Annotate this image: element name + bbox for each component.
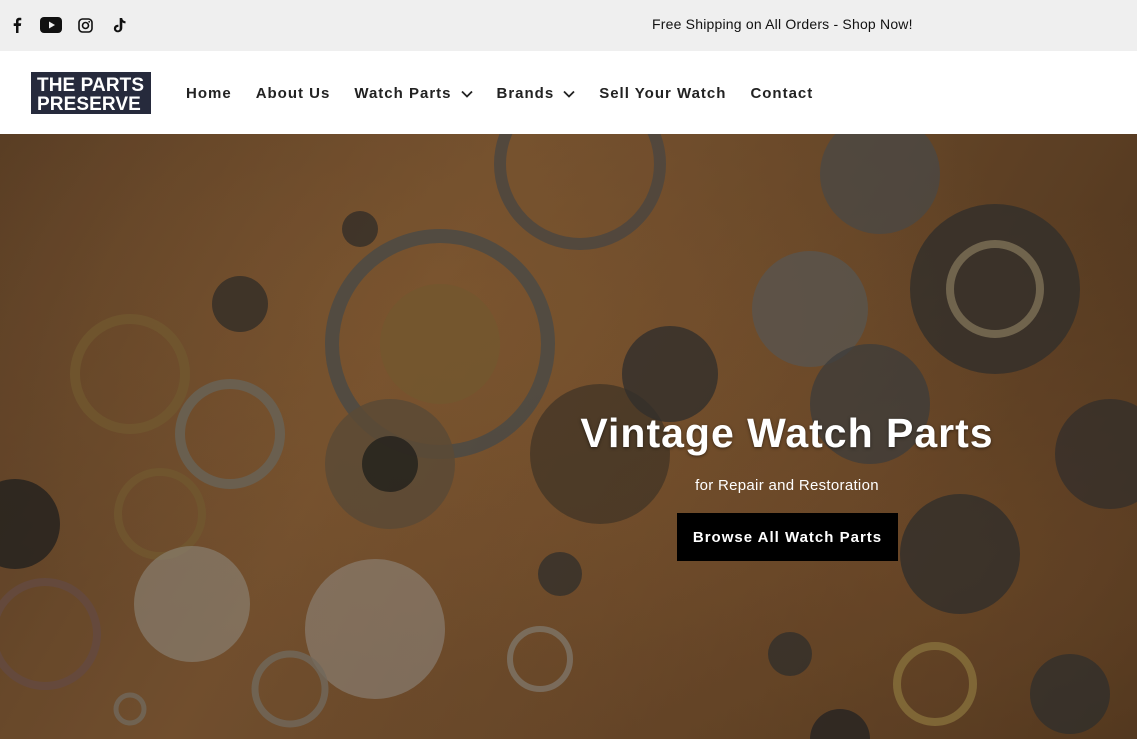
youtube-icon[interactable] xyxy=(40,14,62,36)
site-header: THE PARTS PRESERVE Home About Us Watch P… xyxy=(0,51,1137,134)
browse-all-watch-parts-button[interactable]: Browse All Watch Parts xyxy=(677,513,898,561)
announcement-text[interactable]: Free Shipping on All Orders - Shop Now! xyxy=(652,16,913,32)
nav-contact[interactable]: Contact xyxy=(750,85,813,102)
announcement-bar: Free Shipping on All Orders - Shop Now! xyxy=(0,0,1137,51)
nav-brands[interactable]: Brands xyxy=(497,85,576,102)
hero-banner: Vintage Watch Parts for Repair and Resto… xyxy=(0,134,1137,739)
logo-line-1: THE PARTS xyxy=(37,75,145,96)
tiktok-icon[interactable] xyxy=(108,14,130,36)
facebook-icon[interactable] xyxy=(6,14,28,36)
chevron-down-icon xyxy=(460,90,473,98)
nav-home[interactable]: Home xyxy=(186,85,232,102)
nav-watch-parts[interactable]: Watch Parts xyxy=(354,85,473,102)
hero-subtitle: for Repair and Restoration xyxy=(695,477,879,494)
main-nav: Home About Us Watch Parts Brands Sell Yo… xyxy=(186,85,837,102)
logo-line-2: PRESERVE xyxy=(37,94,141,115)
nav-about-us[interactable]: About Us xyxy=(256,85,331,102)
social-links xyxy=(6,14,142,36)
chevron-down-icon xyxy=(563,90,575,98)
nav-sell-your-watch[interactable]: Sell Your Watch xyxy=(599,85,726,102)
site-logo[interactable]: THE PARTS PRESERVE xyxy=(31,72,151,114)
hero-title: Vintage Watch Parts xyxy=(580,410,994,456)
instagram-icon[interactable] xyxy=(74,14,96,36)
